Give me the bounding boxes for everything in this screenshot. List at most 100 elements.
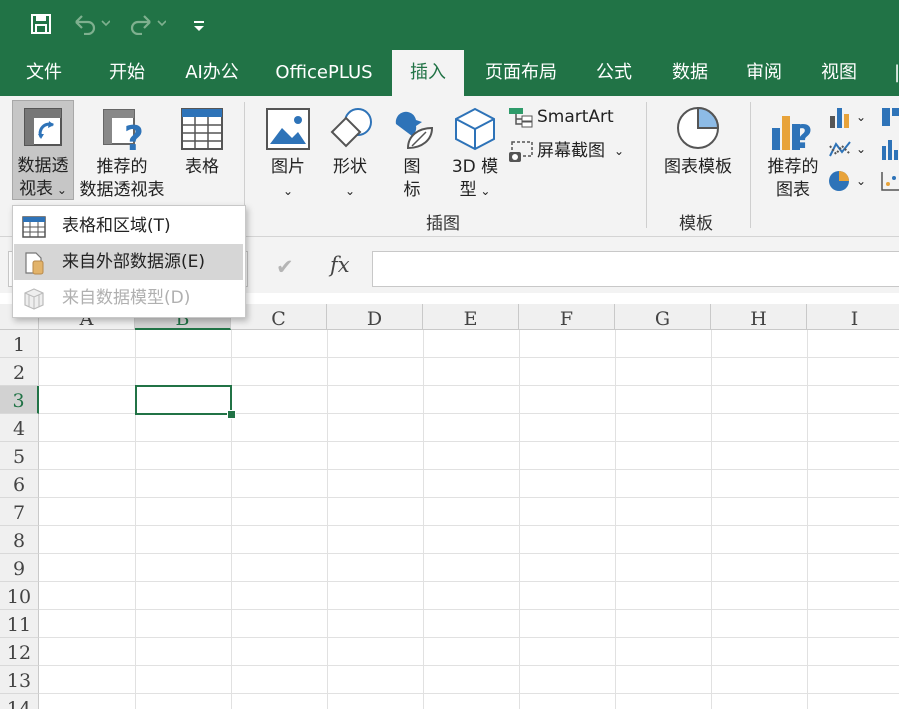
tab-review[interactable]: 审阅 [734, 50, 794, 96]
recommended-pivot-icon: ? [102, 108, 146, 159]
grid-line [807, 330, 808, 709]
undo-icon[interactable] [72, 11, 110, 37]
recommended-chart-icon: ? [770, 108, 816, 158]
pivot-table-icon [23, 107, 63, 153]
chart-template-button[interactable]: 图表模板 [656, 100, 740, 200]
chevron-down-icon: ⌄ [614, 144, 625, 158]
column-header-f[interactable]: F [519, 304, 615, 330]
row-header-6[interactable]: 6 [0, 470, 39, 498]
grid-line [711, 330, 712, 709]
chevron-down-icon: ⌄ [476, 184, 491, 198]
formula-bar-buttons: ✔ fx [258, 251, 366, 285]
screenshot-button[interactable]: 屏幕截图 ⌄ [508, 138, 638, 164]
smartart-button[interactable]: SmartArt [508, 104, 628, 130]
check-icon[interactable]: ✔ [276, 255, 294, 279]
recommended-pivot-tables-button[interactable]: ? 推荐的 数据透视表 [76, 100, 168, 200]
tab-officeplus[interactable]: OfficePLUS [266, 50, 382, 96]
group-label-illustrations: 插图 [426, 214, 460, 234]
tab-data[interactable]: 数据 [658, 50, 722, 96]
column-header-i[interactable]: I [807, 304, 899, 330]
recommended-charts-button[interactable]: ? 推荐的 图表 [762, 100, 824, 200]
group-label-template: 模板 [679, 214, 713, 234]
worksheet-grid[interactable]: A B C D E F G H I 1 2 3 4 5 6 7 8 9 10 1… [0, 304, 899, 709]
menu-item-from-table-range[interactable]: 表格和区域(T) [14, 208, 243, 244]
svg-text:?: ? [124, 119, 144, 152]
redo-icon[interactable] [128, 11, 166, 37]
more-charts-edge[interactable] [878, 104, 899, 194]
row-header-3[interactable]: 3 [0, 386, 39, 414]
row-header-5[interactable]: 5 [0, 442, 39, 470]
grid-line [39, 469, 899, 470]
tab-home[interactable]: 开始 [92, 50, 162, 96]
function-icon[interactable]: fx [330, 253, 350, 277]
tab-page-layout[interactable]: 页面布局 [474, 50, 568, 96]
data-model-icon [22, 287, 46, 324]
column-header-h[interactable]: H [711, 304, 807, 330]
tab-insert[interactable]: 插入 [392, 50, 464, 96]
icons-button[interactable]: 图 标 [386, 100, 438, 200]
chevron-down-icon: ⌄ [856, 142, 867, 156]
row-header-10[interactable]: 10 [0, 582, 39, 610]
menu-item-from-data-model: 来自数据模型(D) [14, 280, 243, 316]
menu-item-from-external-source[interactable]: 来自外部数据源(E) [14, 244, 243, 280]
row-header-11[interactable]: 11 [0, 610, 39, 638]
table-button[interactable]: 表格 [176, 100, 228, 200]
pivot-table-button[interactable]: 数据透 视表 ⌄ [12, 100, 74, 200]
tab-ai-office[interactable]: AI办公 [172, 50, 252, 96]
title-bar [0, 0, 899, 50]
tab-more-edge: | [893, 62, 899, 83]
row-header-8[interactable]: 8 [0, 526, 39, 554]
row-header-9[interactable]: 9 [0, 554, 39, 582]
row-header-1[interactable]: 1 [0, 330, 39, 358]
chevron-down-icon: ⌄ [282, 184, 294, 198]
row-header-4[interactable]: 4 [0, 414, 39, 442]
chevron-down-icon: ⌄ [856, 174, 867, 188]
grid-line [39, 357, 899, 358]
smartart-icon [508, 106, 534, 134]
row-header-14[interactable]: 14 [0, 694, 39, 709]
hierarchy-chart-icon [880, 106, 899, 134]
column-header-d[interactable]: D [327, 304, 423, 330]
chevron-down-icon: ⌄ [53, 183, 67, 197]
tab-view[interactable]: 视图 [808, 50, 870, 96]
formula-input[interactable] [372, 251, 899, 287]
scatter-chart-icon [880, 170, 899, 194]
separator [646, 102, 647, 228]
shapes-button[interactable]: 形状 ⌄ [324, 100, 376, 200]
customize-icon[interactable] [192, 11, 206, 37]
separator [750, 102, 751, 228]
active-cell-b3[interactable] [135, 385, 232, 415]
save-icon[interactable] [30, 11, 52, 37]
shapes-icon [328, 106, 374, 158]
pie-chart-small-icon [828, 170, 852, 198]
3d-models-button[interactable]: 3D 模 型 ⌄ [444, 100, 506, 200]
table-icon [181, 108, 223, 156]
row-header-13[interactable]: 13 [0, 666, 39, 694]
column-header-e[interactable]: E [423, 304, 519, 330]
tab-formulas[interactable]: 公式 [582, 50, 646, 96]
row-header-2[interactable]: 2 [0, 358, 39, 386]
screenshot-icon [508, 140, 534, 170]
grid-line [615, 330, 616, 709]
column-header-g[interactable]: G [615, 304, 711, 330]
row-header-7[interactable]: 7 [0, 498, 39, 526]
tab-file[interactable]: 文件 [10, 50, 78, 96]
grid-line [39, 609, 899, 610]
grid-line [423, 330, 424, 709]
line-chart-button[interactable]: ⌄ [828, 136, 872, 162]
grid-line [327, 330, 328, 709]
fill-handle[interactable] [227, 410, 236, 419]
grid-line [39, 441, 899, 442]
grid-line [39, 497, 899, 498]
icons-icon [390, 106, 436, 158]
bar-chart-icon [880, 138, 899, 166]
column-chart-button[interactable]: ⌄ [828, 104, 872, 130]
grid-line [39, 637, 899, 638]
chevron-down-icon: ⌄ [856, 110, 867, 124]
pictures-button[interactable]: 图片 ⌄ [262, 100, 314, 200]
ribbon-tabs: 文件 开始 AI办公 OfficePLUS 插入 页面布局 公式 数据 审阅 视… [0, 50, 899, 96]
pie-chart-button[interactable]: ⌄ [828, 168, 872, 194]
grid-line [39, 553, 899, 554]
column-chart-icon [828, 106, 852, 134]
row-header-12[interactable]: 12 [0, 638, 39, 666]
